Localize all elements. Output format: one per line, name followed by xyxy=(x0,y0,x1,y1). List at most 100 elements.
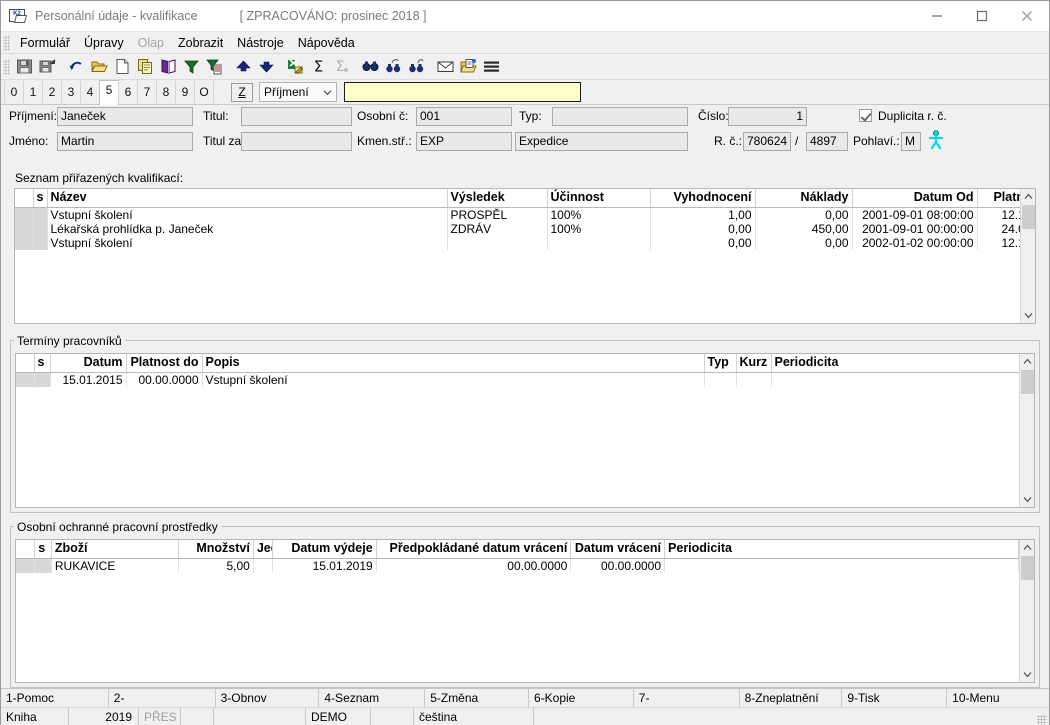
find-previous-icon[interactable] xyxy=(382,56,405,78)
copy-icon[interactable] xyxy=(134,56,157,78)
scroll-up-icon[interactable] xyxy=(1021,189,1036,204)
col-t-popis[interactable]: Popis xyxy=(202,354,705,373)
col-t-kurz[interactable]: Kurz xyxy=(736,354,772,373)
filter-list-icon[interactable] xyxy=(203,56,226,78)
undo-icon[interactable] xyxy=(65,56,88,78)
fn-key-9-tisk[interactable]: 9-Tisk xyxy=(842,689,948,707)
field-osobni-c[interactable]: 001 xyxy=(416,107,512,126)
duplicita-checkbox[interactable] xyxy=(859,109,872,122)
tab-6[interactable]: 6 xyxy=(118,81,138,103)
save-icon[interactable] xyxy=(13,56,36,78)
tab-2[interactable]: 2 xyxy=(42,81,62,103)
field-typ[interactable] xyxy=(552,107,688,126)
close-button[interactable] xyxy=(1004,1,1049,32)
field-titul[interactable] xyxy=(241,107,352,126)
col-q-vysledek[interactable]: Výsledek xyxy=(447,189,548,208)
col-p-s[interactable]: s xyxy=(34,540,52,559)
gender-person-icon[interactable] xyxy=(928,130,944,150)
table-row[interactable]: RUKAVICE 5,00 15.01.2019 00.00.0000 00.0… xyxy=(16,558,1020,573)
sum-icon[interactable]: Σ xyxy=(307,56,330,78)
col-q-marker[interactable] xyxy=(15,189,34,208)
col-p-predpokladane-datum-vraceni[interactable]: Předpokládané datum vrácení xyxy=(376,540,572,559)
tab-1[interactable]: 1 xyxy=(23,81,43,103)
col-p-datum-vraceni[interactable]: Datum vrácení xyxy=(570,540,666,559)
tab-8[interactable]: 8 xyxy=(156,81,176,103)
tab-4[interactable]: 4 xyxy=(80,81,100,103)
tab-5[interactable]: 5 xyxy=(99,79,119,105)
fn-key-4-seznam[interactable]: 4-Seznam xyxy=(319,689,426,707)
new-document-icon[interactable] xyxy=(111,56,134,78)
table-row[interactable]: Vstupní školení PROSPĚL 100% 1,00 0,00 2… xyxy=(15,207,1020,222)
excel-export-icon[interactable] xyxy=(284,56,307,78)
col-p-periodicita[interactable]: Periodicita xyxy=(664,540,1020,559)
col-t-s[interactable]: s xyxy=(34,354,51,373)
minimize-button[interactable] xyxy=(914,1,959,32)
field-rc-first[interactable]: 780624 xyxy=(743,132,791,151)
toolbar-drag-grip[interactable] xyxy=(3,58,10,75)
find-icon[interactable] xyxy=(359,56,382,78)
fn-key-2[interactable]: 2- xyxy=(109,689,216,707)
col-t-marker[interactable] xyxy=(16,354,35,373)
scroll-thumb[interactable] xyxy=(1020,370,1034,394)
col-p-zbozi[interactable]: Zboží xyxy=(51,540,179,559)
menu-item-upravy[interactable]: Úpravy xyxy=(77,34,131,52)
col-t-periodicita[interactable]: Periodicita xyxy=(771,354,1020,373)
scroll-down-icon[interactable] xyxy=(1021,308,1036,323)
table-row[interactable]: 15.01.2015 00.00.0000 Vstupní školení xyxy=(16,372,1020,387)
col-p-jednotka[interactable]: Jed xyxy=(253,540,273,559)
fn-key-8-zneplatneni[interactable]: 8-Zneplatnění xyxy=(740,689,843,707)
ppe-vertical-scrollbar[interactable] xyxy=(1019,540,1034,682)
col-q-nazev[interactable]: Název xyxy=(47,189,448,208)
table-row[interactable]: Vstupní školení 0,00 0,00 2002-01-02 00:… xyxy=(15,235,1020,250)
scroll-down-icon[interactable] xyxy=(1020,492,1034,507)
menu-lines-icon[interactable] xyxy=(480,56,503,78)
fn-key-10-menu[interactable]: 10-Menu xyxy=(947,689,1049,707)
fn-key-1-pomoc[interactable]: 1-Pomoc xyxy=(1,689,109,707)
tab-o[interactable]: O xyxy=(194,81,214,103)
field-prijmeni[interactable]: Janeček xyxy=(57,107,193,126)
terms-grid-body[interactable]: s Datum Platnost do Popis Typ Kurz Perio… xyxy=(16,354,1020,507)
book-icon[interactable] xyxy=(157,56,180,78)
menu-item-napoveda[interactable]: Nápověda xyxy=(291,34,362,52)
col-q-vyhodnoceni[interactable]: Vyhodnocení xyxy=(650,189,756,208)
tab-0[interactable]: 0 xyxy=(4,81,24,103)
table-row[interactable]: Lékařská prohlídka p. Janeček ZDRÁV 100%… xyxy=(15,221,1020,236)
scroll-thumb[interactable] xyxy=(1020,556,1034,580)
find-next-icon[interactable] xyxy=(405,56,428,78)
qualifications-vertical-scrollbar[interactable] xyxy=(1020,189,1035,323)
sort-down-icon[interactable] xyxy=(255,56,278,78)
field-kmen-str-name[interactable]: Expedice xyxy=(515,132,688,151)
fn-key-7[interactable]: 7- xyxy=(634,689,740,707)
scroll-up-icon[interactable] xyxy=(1020,354,1034,369)
search-input[interactable] xyxy=(344,82,581,102)
field-rc-second[interactable]: 4897 xyxy=(806,132,848,151)
col-q-datum-od[interactable]: Datum Od xyxy=(852,189,978,208)
tab-9[interactable]: 9 xyxy=(175,81,195,103)
resize-grip[interactable] xyxy=(534,708,1049,725)
maximize-button[interactable] xyxy=(959,1,1004,32)
sort-up-icon[interactable] xyxy=(232,56,255,78)
col-t-typ[interactable]: Typ xyxy=(704,354,737,373)
col-t-datum[interactable]: Datum xyxy=(50,354,127,373)
col-q-s[interactable]: s xyxy=(33,189,48,208)
scroll-down-icon[interactable] xyxy=(1020,667,1034,682)
fn-key-5-zmena[interactable]: 5-Změna xyxy=(425,689,529,707)
menu-drag-grip[interactable] xyxy=(3,34,10,51)
menu-item-formular[interactable]: Formulář xyxy=(13,34,77,52)
scroll-up-icon[interactable] xyxy=(1020,540,1034,555)
menu-item-nastroje[interactable]: Nástroje xyxy=(230,34,291,52)
field-jmeno[interactable]: Martin xyxy=(57,132,193,151)
scroll-thumb[interactable] xyxy=(1021,205,1035,229)
col-t-platnost-do[interactable]: Platnost do xyxy=(126,354,203,373)
col-q-ucinnost[interactable]: Účinnost xyxy=(547,189,651,208)
tab-3[interactable]: 3 xyxy=(61,81,81,103)
field-titul-za[interactable] xyxy=(241,132,352,151)
fn-key-6-kopie[interactable]: 6-Kopie xyxy=(529,689,634,707)
col-p-marker[interactable] xyxy=(16,540,36,559)
sort-z-button[interactable]: Z xyxy=(231,82,253,102)
terms-vertical-scrollbar[interactable] xyxy=(1019,354,1034,507)
field-cislo[interactable]: 1 xyxy=(728,107,807,126)
sort-field-combo[interactable]: Příjmení xyxy=(259,82,337,102)
edit-document-icon[interactable] xyxy=(457,56,480,78)
fn-key-3-obnov[interactable]: 3-Obnov xyxy=(216,689,320,707)
